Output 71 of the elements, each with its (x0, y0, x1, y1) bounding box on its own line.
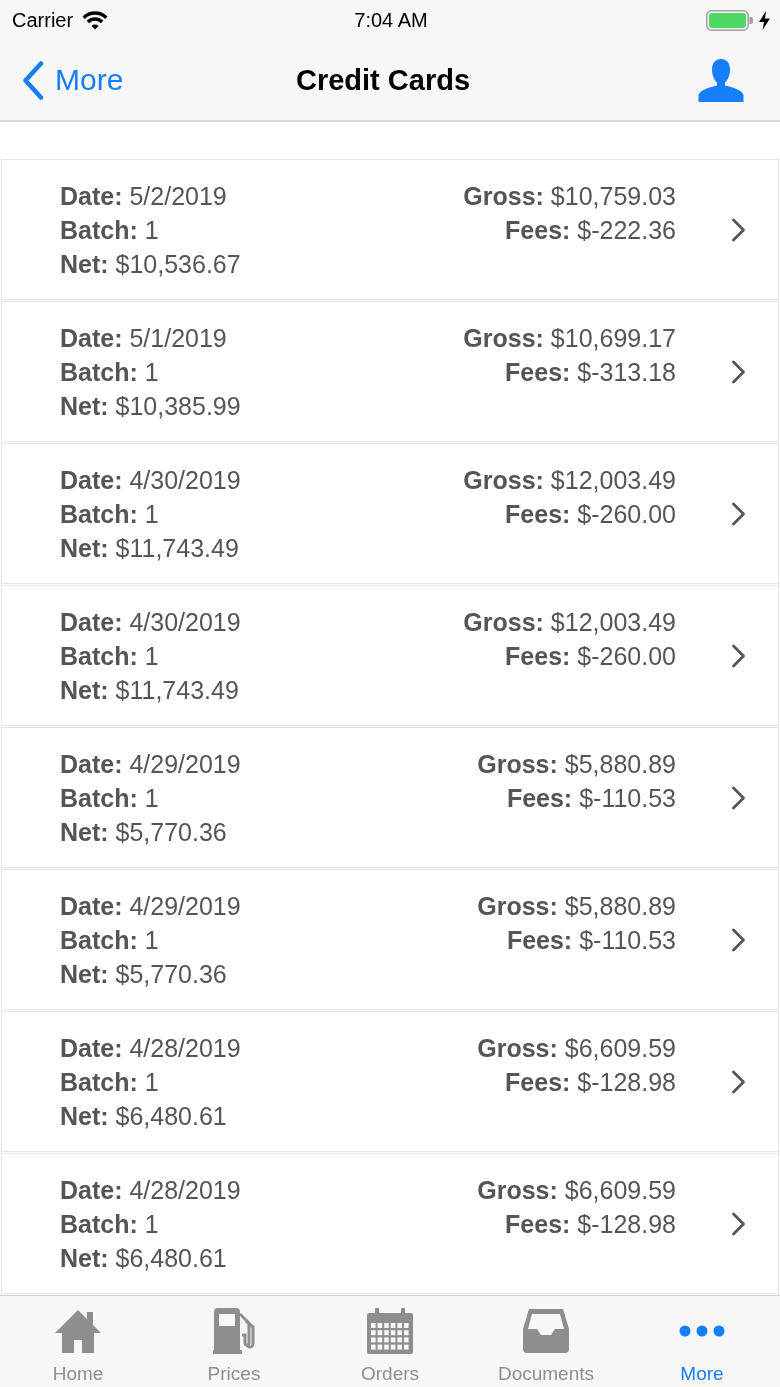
person-icon[interactable] (698, 58, 744, 102)
chevron-right-icon (731, 359, 746, 384)
batch-card[interactable]: Date: 4/30/2019 Batch: 1 Net: $11,743.49 Gross: $12,003.49 Fees: $-260.00 (1, 585, 779, 726)
net-text: Net: $6,480.61 (60, 1101, 227, 1132)
house-icon (54, 1307, 102, 1354)
net-text: Net: $11,743.49 (60, 675, 239, 706)
fees-text: Fees: $-128.98 (505, 1209, 676, 1240)
back-button[interactable]: More (22, 60, 124, 100)
battery-icon (706, 9, 753, 31)
gross-text: Gross: $12,003.49 (463, 607, 676, 638)
net-text: Net: $11,743.49 (60, 533, 239, 564)
batch-card[interactable]: Date: 4/28/2019 Batch: 1 Net: $6,480.61 Gross: $6,609.59 Fees: $-128.98 (1, 1153, 779, 1294)
gross-text: Gross: $5,880.89 (477, 891, 676, 922)
date-text: Date: 4/28/2019 (60, 1033, 241, 1064)
chevron-right-icon (731, 501, 746, 526)
batch-card[interactable]: Date: 4/29/2019 Batch: 1 Net: $5,770.36 Gross: $5,880.89 Fees: $-110.53 (1, 869, 779, 1010)
batch-text: Batch: 1 (60, 357, 159, 388)
carrier-name: Carrier (12, 8, 74, 32)
date-text: Date: 4/28/2019 (60, 1175, 241, 1206)
chevron-right-icon (731, 785, 746, 810)
tab-bar-item[interactable]: More (624, 1296, 780, 1387)
gross-text: Gross: $5,880.89 (477, 749, 676, 780)
chevron-right-icon (731, 1211, 746, 1236)
net-text: Net: $10,385.99 (60, 391, 241, 422)
date-text: Date: 4/30/2019 (60, 465, 241, 496)
batch-card[interactable]: Date: 4/30/2019 Batch: 1 Net: $11,743.49 Gross: $12,003.49 Fees: $-260.00 (1, 443, 779, 584)
chevron-right-icon (731, 217, 746, 242)
date-text: Date: 5/2/2019 (60, 181, 227, 212)
batch-text: Batch: 1 (60, 215, 159, 246)
fees-text: Fees: $-313.18 (505, 357, 676, 388)
date-text: Date: 4/30/2019 (60, 607, 241, 638)
three-dots-icon (679, 1324, 725, 1337)
batch-text: Batch: 1 (60, 1209, 159, 1240)
batch-card[interactable]: Date: 4/29/2019 Batch: 1 Net: $5,770.36 Gross: $5,880.89 Fees: $-110.53 (1, 727, 779, 868)
inbox-tray-icon (523, 1308, 569, 1353)
batch-text: Batch: 1 (60, 925, 159, 956)
calendar-icon (367, 1307, 413, 1354)
batch-text: Batch: 1 (60, 499, 159, 530)
chevron-right-icon (731, 643, 746, 668)
batch-text: Batch: 1 (60, 1067, 159, 1098)
chevron-left-icon (22, 60, 44, 100)
fees-text: Fees: $-222.36 (505, 215, 676, 246)
fees-text: Fees: $-260.00 (505, 499, 676, 530)
net-text: Net: $5,770.36 (60, 817, 227, 848)
batch-card[interactable]: Date: 5/2/2019 Batch: 1 Net: $10,536.67 Gross: $10,759.03 Fees: $-222.36 (1, 159, 779, 300)
net-text: Net: $5,770.36 (60, 959, 227, 990)
batch-text: Batch: 1 (60, 641, 159, 672)
gross-text: Gross: $10,699.17 (463, 323, 676, 354)
chevron-right-icon (731, 927, 746, 952)
date-text: Date: 4/29/2019 (60, 891, 241, 922)
status-time: 7:04 AM (354, 8, 428, 32)
fuel-pump-icon (213, 1307, 255, 1354)
batch-card[interactable]: Date: 4/28/2019 Batch: 1 Net: $6,480.61 Gross: $6,609.59 Fees: $-128.98 (1, 1011, 779, 1152)
date-text: Date: 4/29/2019 (60, 749, 241, 780)
date-text: Date: 5/1/2019 (60, 323, 227, 354)
charging-bolt-icon (759, 10, 770, 30)
fees-text: Fees: $-110.53 (506, 925, 676, 956)
screen-title: Credit Cards (295, 63, 470, 97)
gross-text: Gross: $6,609.59 (477, 1175, 676, 1206)
net-text: Net: $6,480.61 (60, 1243, 227, 1274)
gross-text: Gross: $6,609.59 (477, 1033, 676, 1064)
batch-card[interactable]: Date: 5/1/2019 Batch: 1 Net: $10,385.99 Gross: $10,699.17 Fees: $-313.18 (1, 301, 779, 442)
chevron-right-icon (731, 1069, 746, 1094)
fees-text: Fees: $-260.00 (505, 641, 676, 672)
gross-text: Gross: $10,759.03 (463, 181, 676, 212)
batch-text: Batch: 1 (60, 783, 159, 814)
wifi-icon (82, 10, 109, 30)
net-text: Net: $10,536.67 (60, 249, 241, 280)
fees-text: Fees: $-110.53 (506, 783, 676, 814)
fees-text: Fees: $-128.98 (505, 1067, 676, 1098)
gross-text: Gross: $12,003.49 (463, 465, 676, 496)
